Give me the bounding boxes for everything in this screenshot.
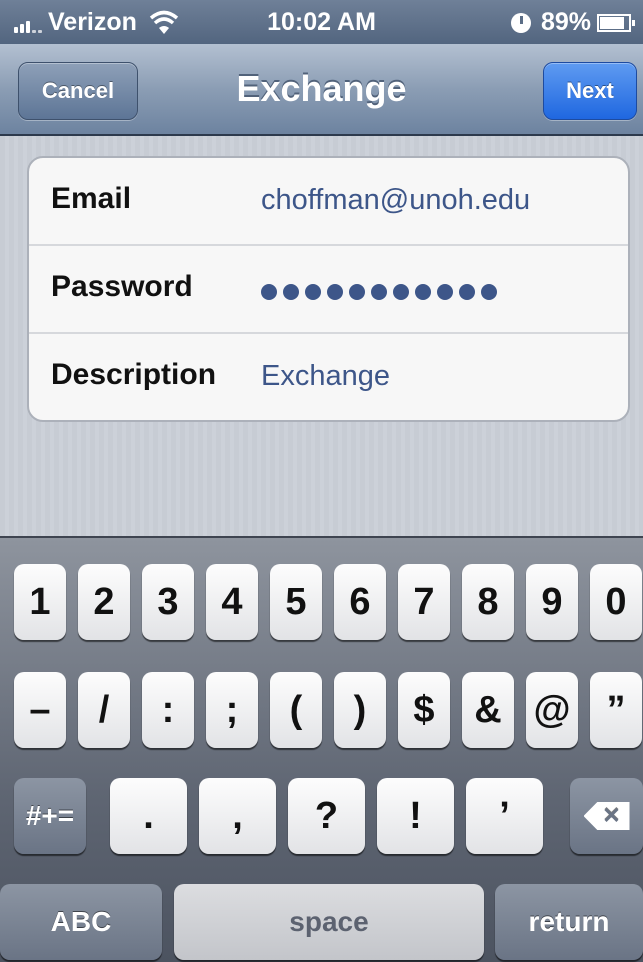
key[interactable]: – (14, 672, 66, 748)
alarm-clock-icon (510, 12, 531, 33)
password-dot (283, 284, 299, 300)
key[interactable]: 8 (462, 564, 514, 640)
description-label: Description (51, 358, 217, 391)
key[interactable]: 1 (14, 564, 66, 640)
navigation-bar: Cancel Exchange Next (0, 44, 643, 136)
return-key[interactable]: return (495, 884, 643, 960)
form-content: Email choffman@unoh.edu Password Descrip… (0, 136, 643, 536)
email-label: Email (51, 182, 132, 215)
backspace-icon: ✕ (583, 802, 630, 830)
account-form: Email choffman@unoh.edu Password Descrip… (27, 156, 630, 422)
next-button[interactable]: Next (543, 62, 637, 120)
key[interactable]: 3 (142, 564, 194, 640)
key[interactable]: & (462, 672, 514, 748)
description-field[interactable]: Exchange (261, 360, 390, 393)
password-field[interactable] (261, 284, 497, 300)
battery-icon (597, 13, 635, 32)
password-dot (415, 284, 431, 300)
email-field[interactable]: choffman@unoh.edu (261, 184, 530, 217)
key[interactable]: 4 (206, 564, 258, 640)
key[interactable]: ” (590, 672, 642, 748)
key[interactable]: ? (288, 778, 365, 854)
abc-key[interactable]: ABC (0, 884, 162, 960)
status-bar: Verizon 10:02 AM 89% (0, 0, 643, 44)
key[interactable]: $ (398, 672, 450, 748)
key[interactable]: , (199, 778, 276, 854)
key[interactable]: ; (206, 672, 258, 748)
password-dot (349, 284, 365, 300)
password-row[interactable]: Password (29, 246, 628, 334)
key[interactable]: ! (377, 778, 454, 854)
status-right: 89% (510, 8, 635, 37)
password-label: Password (51, 270, 193, 303)
key[interactable]: : (142, 672, 194, 748)
key[interactable]: 6 (334, 564, 386, 640)
key[interactable]: 0 (590, 564, 642, 640)
password-dot (459, 284, 475, 300)
key[interactable]: ( (270, 672, 322, 748)
keyboard: #+= ✕ ABC space return 1 2 3 4 5 6 7 8 9 0 – /:;() $… (0, 536, 643, 962)
key[interactable]: / (78, 672, 130, 748)
key[interactable]: 2 (78, 564, 130, 640)
battery-percent: 89% (540, 8, 591, 36)
password-dot (437, 284, 453, 300)
password-dot (327, 284, 343, 300)
key[interactable]: ) (334, 672, 386, 748)
key[interactable]: 9 (526, 564, 578, 640)
password-dot (261, 284, 277, 300)
key[interactable]: 5 (270, 564, 322, 640)
key[interactable]: ’ (466, 778, 543, 854)
space-key[interactable]: space (174, 884, 484, 960)
delete-key[interactable]: ✕ (570, 778, 643, 854)
password-dot (371, 284, 387, 300)
password-dot (481, 284, 497, 300)
password-dot (393, 284, 409, 300)
key[interactable]: 7 (398, 564, 450, 640)
password-dot (305, 284, 321, 300)
key[interactable]: . (110, 778, 187, 854)
key[interactable]: @ (526, 672, 578, 748)
email-row[interactable]: Email choffman@unoh.edu (29, 158, 628, 246)
description-row[interactable]: Description Exchange (29, 334, 628, 420)
symbols-key[interactable]: #+= (14, 778, 86, 854)
